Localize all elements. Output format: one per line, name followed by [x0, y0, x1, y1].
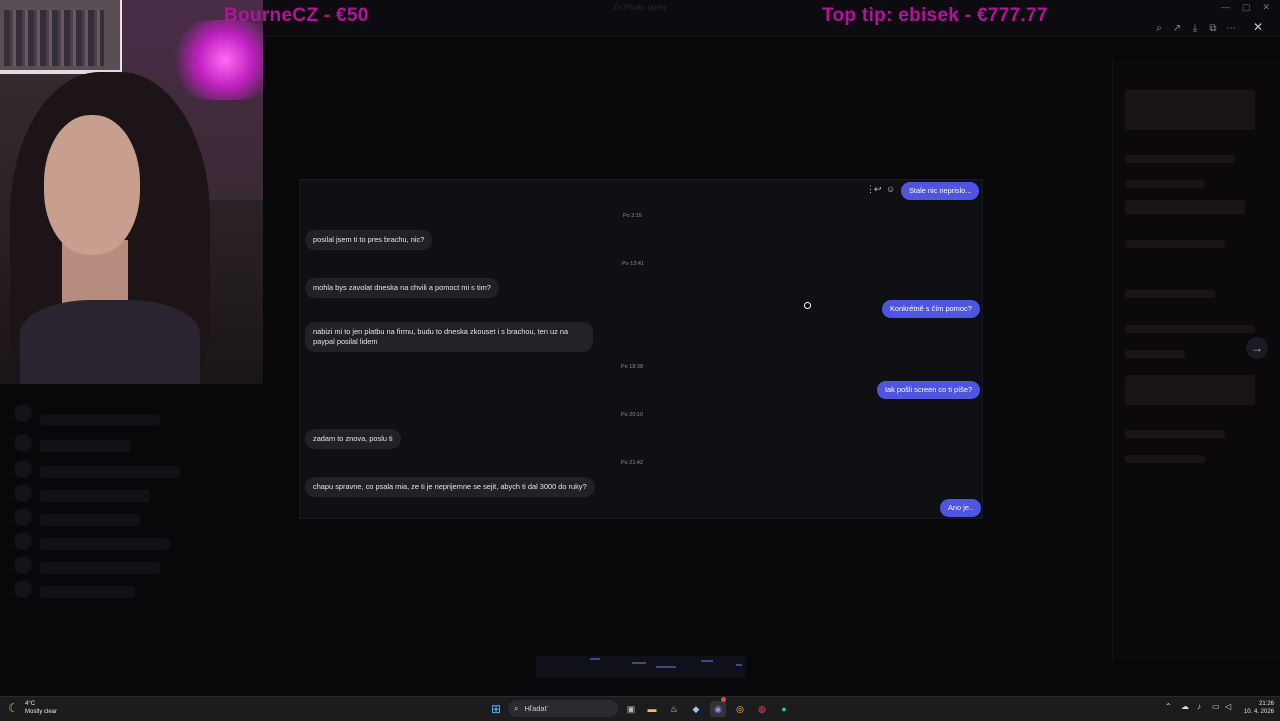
chevron-up-icon[interactable]: ⌃ [1165, 702, 1172, 711]
avatar [14, 508, 32, 526]
incoming-message: posilal jsem ti to pres brachu, nic? [305, 230, 433, 250]
chat-screenshot: ⋮ ↩ ☺ Stale nic neprislo... Po 2:15 posi… [299, 179, 983, 519]
cloud-icon[interactable]: ☁ [1181, 702, 1189, 711]
background-media-strip [536, 656, 746, 678]
incoming-message: zadam to znova, poslu ti [305, 429, 401, 449]
close-window-icon[interactable]: ✕ [1262, 2, 1270, 13]
share-icon[interactable]: ↗ [1168, 20, 1186, 36]
reply-icon[interactable]: ↩ [874, 184, 882, 195]
download-icon[interactable]: ⤓ [1186, 20, 1204, 36]
donation-alert: BourneCZ - €50 [224, 5, 369, 26]
incoming-message: chapu spravne, co psala mia, ze ti je ne… [305, 477, 595, 497]
neon-light [170, 20, 263, 100]
outgoing-message: Ano je.. [940, 499, 982, 517]
viewer-toolbar: ⌕ ↗ ⤓ ⧉ ⋯ [1150, 20, 1240, 36]
zoom-in-icon[interactable]: ⌕ [1150, 20, 1168, 36]
list-item [40, 562, 160, 574]
list-item [40, 514, 140, 526]
app-icon-red[interactable]: ◍ [754, 701, 770, 717]
spotify-icon[interactable]: ● [776, 701, 792, 717]
volume-icon[interactable]: ◁ [1225, 702, 1231, 711]
avatar [14, 484, 32, 502]
avatar [14, 404, 32, 422]
outgoing-message: Stale nic neprislo... [901, 182, 980, 200]
weather-desc: Mostly clear [25, 709, 58, 715]
list-item [40, 466, 180, 478]
more-icon[interactable]: ⋯ [1222, 20, 1240, 36]
top-tip-alert: Top tip: ebisek - €777.77 [822, 5, 1048, 26]
windows-start-icon[interactable]: ⊞ [488, 701, 504, 717]
maximize-icon[interactable]: ▢ [1242, 2, 1251, 13]
incoming-message: mohla bys zavolat dneska na chvili a pom… [305, 278, 499, 298]
outgoing-message: Konkrétně s čím pomoc? [882, 300, 980, 318]
task-view-icon[interactable]: ▣ [623, 701, 639, 717]
incoming-message: nabizi mi to jen platbu na firmu, budu t… [305, 322, 593, 352]
minimize-icon[interactable]: — [1221, 2, 1230, 13]
app-icon[interactable]: ◆ [688, 701, 704, 717]
system-clock[interactable]: 21:26 10. 4. 2026 [1240, 700, 1274, 716]
outgoing-message: tak pošli screen co ti píše? [877, 381, 981, 399]
avatar [14, 434, 32, 452]
webcam-feed [0, 0, 263, 384]
avatar [14, 532, 32, 550]
microphone-icon[interactable]: ♪ [1197, 702, 1201, 711]
taskbar-search[interactable]: ⌕ Hľadať [508, 700, 618, 717]
window-title: Zo Photo query [612, 3, 668, 12]
steam-icon[interactable]: ♨ [666, 701, 682, 717]
message-timestamp: Po 21:42 [621, 460, 644, 466]
message-timestamp: Po 18:38 [621, 364, 644, 370]
list-item [40, 586, 135, 598]
discord-icon[interactable]: ◉ [710, 701, 726, 717]
window-controls[interactable]: — ▢ ✕ [1221, 2, 1270, 13]
streamer-face [44, 115, 140, 255]
list-item [40, 538, 170, 550]
list-item [40, 440, 130, 452]
avatar [14, 460, 32, 478]
background-left-panel [0, 384, 263, 696]
weather-temp: 4°C [25, 701, 36, 707]
clock-time: 21:26 [1258, 701, 1274, 707]
network-icon[interactable]: ▭ [1212, 702, 1220, 711]
weather-moon-icon[interactable]: ☾ [8, 701, 22, 715]
list-item [40, 490, 150, 502]
next-image-button[interactable]: → [1246, 337, 1268, 359]
mouse-cursor [804, 302, 811, 309]
background-app-topbar [263, 0, 1280, 37]
search-placeholder: Hľadať [524, 704, 548, 713]
search-icon: ⌕ [514, 703, 519, 713]
message-timestamp: Po 13:41 [622, 261, 645, 267]
close-viewer-button[interactable]: ✕ [1249, 18, 1267, 36]
open-external-icon[interactable]: ⧉ [1204, 20, 1222, 36]
background-right-panel [1112, 60, 1280, 660]
clock-date: 10. 4. 2026 [1243, 709, 1274, 715]
taskbar: ☾ 4°C Mostly clear ⊞ ⌕ Hľadať ▣ ▬ ♨ ◆ ◉ … [0, 696, 1280, 721]
avatar [14, 580, 32, 598]
emoji-icon[interactable]: ☺ [886, 184, 895, 194]
chrome-icon[interactable]: ◎ [732, 701, 748, 717]
message-timestamp: Po 2:15 [623, 213, 642, 219]
file-explorer-icon[interactable]: ▬ [644, 701, 660, 717]
notification-badge [721, 697, 726, 702]
weather-widget[interactable]: 4°C Mostly clear [25, 700, 57, 716]
message-timestamp: Po 20:10 [621, 412, 644, 418]
avatar [14, 556, 32, 574]
list-item [40, 414, 160, 426]
